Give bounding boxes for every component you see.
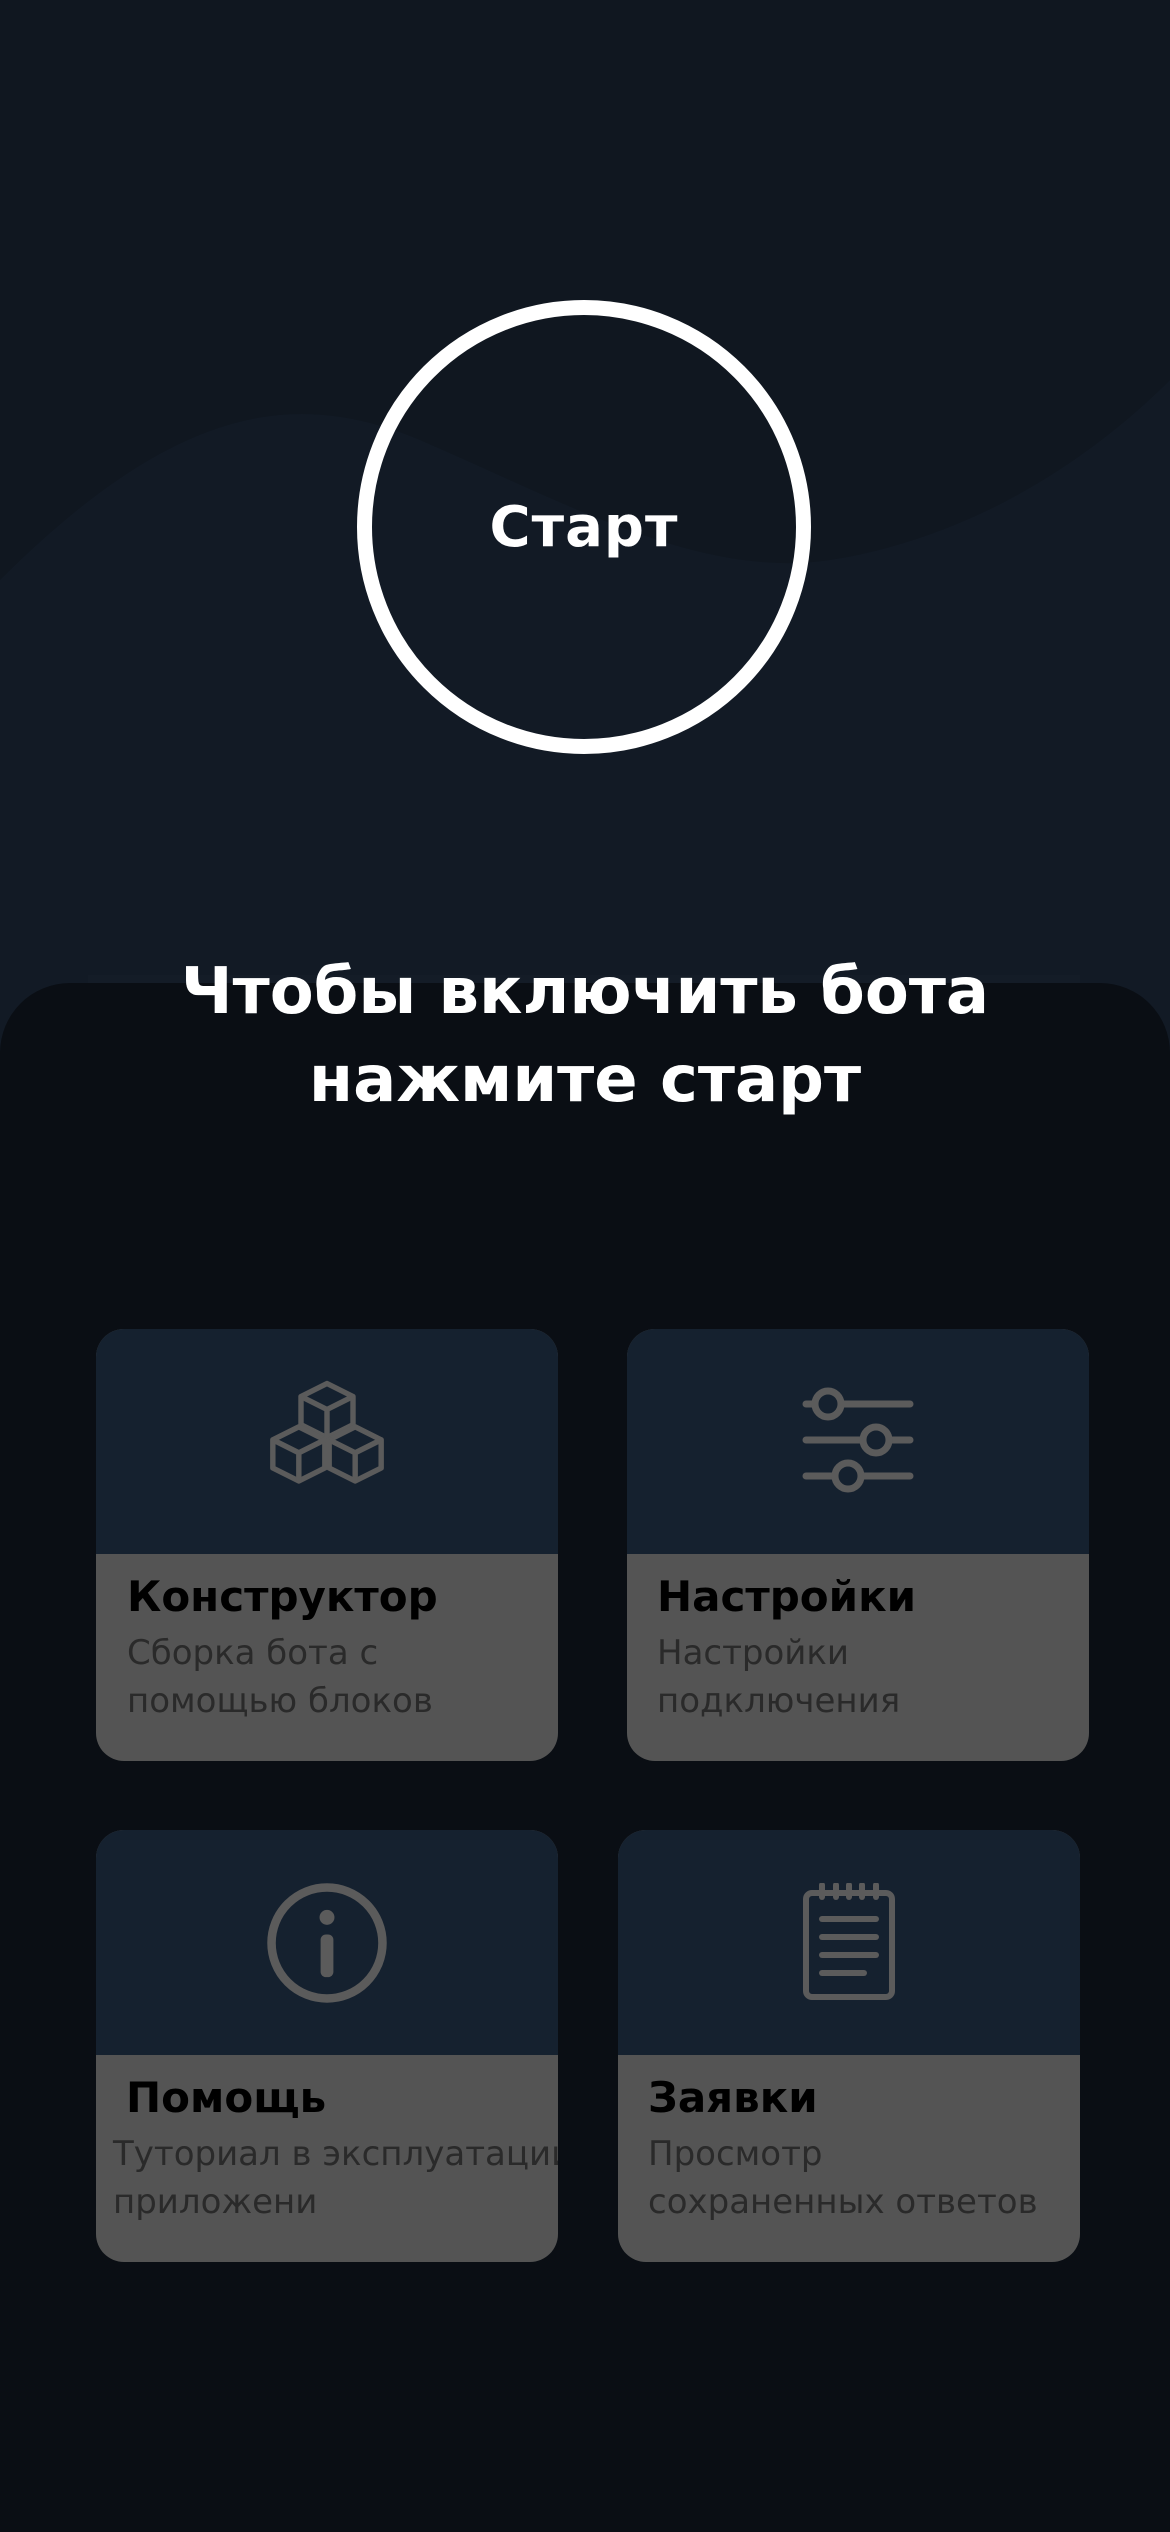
constructor-card[interactable]: Конструктор Сборка бота с помощью блоков [96, 1329, 558, 1761]
card-description: Настройки подключения [657, 1629, 900, 1725]
card-header [96, 1830, 558, 2055]
info-icon [267, 1882, 387, 2003]
card-description-line: помощью блоков [127, 1681, 433, 1721]
notepad-icon [803, 1882, 895, 2000]
card-description: Туториал в эксплуатации приложени [113, 2130, 558, 2226]
settings-card[interactable]: Настройки Настройки подключения [627, 1329, 1089, 1761]
start-button-label: Старт [489, 494, 679, 560]
card-title: Настройки [657, 1572, 917, 1621]
card-title: Конструктор [127, 1572, 438, 1621]
card-description-line: подключения [657, 1681, 901, 1721]
main-screen: Старт Чтобы включить бота нажмите старт … [0, 0, 1170, 2532]
prompt-line-1: Чтобы включить бота [180, 955, 990, 1029]
card-title: Заявки [648, 2073, 818, 2122]
cubes-icon [270, 1380, 384, 1484]
card-description: Просмотр сохраненных ответов [648, 2130, 1038, 2226]
card-description-line: Настройки [657, 1633, 850, 1673]
start-prompt: Чтобы включить бота нажмите старт [0, 948, 1170, 1124]
card-header [627, 1329, 1089, 1554]
help-card[interactable]: Помощь Туториал в эксплуатации приложени [96, 1830, 558, 2262]
card-description-line: Туториал в эксплуатации [113, 2134, 558, 2174]
card-description-line: сохраненных ответов [648, 2182, 1038, 2222]
card-description-line: Сборка бота с [127, 1633, 379, 1673]
prompt-line-2: нажмите старт [308, 1043, 862, 1117]
requests-card[interactable]: Заявки Просмотр сохраненных ответов [618, 1830, 1080, 2262]
card-header [96, 1329, 558, 1554]
card-title: Помощь [126, 2073, 327, 2122]
sliders-icon [802, 1387, 914, 1492]
start-button[interactable]: Старт [357, 300, 811, 754]
card-description-line: Просмотр [648, 2134, 823, 2174]
card-description-line: приложени [113, 2182, 318, 2222]
card-description: Сборка бота с помощью блоков [127, 1629, 433, 1725]
card-header [618, 1830, 1080, 2055]
